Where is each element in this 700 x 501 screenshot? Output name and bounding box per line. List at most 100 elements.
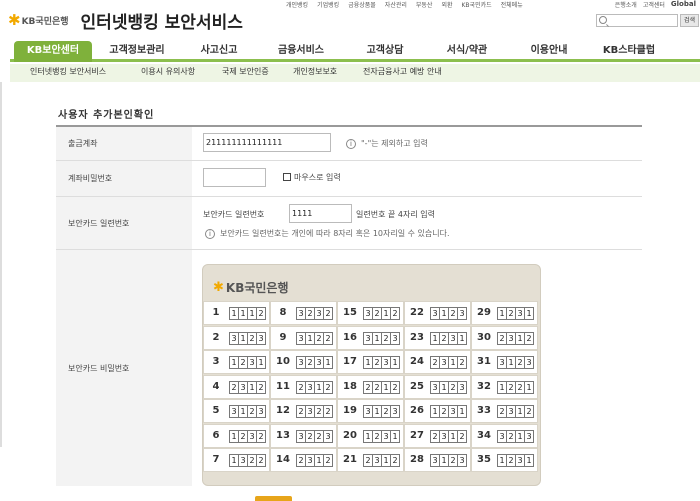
security-card-cell: 22 3 1 2 3 <box>404 301 471 325</box>
security-card-digit: 2 <box>256 307 266 320</box>
security-card-digit: 1 <box>524 380 534 394</box>
card-password-label-text: 보안카드 비밀번호 <box>68 363 130 373</box>
search-input[interactable] <box>596 14 678 27</box>
security-card-cell-code: 1221 <box>497 380 537 395</box>
util-link-about[interactable]: 은행소개 <box>615 0 637 9</box>
card-serial-note: 보안카드 일련번호는 개인에 따라 8자리 혹은 10자리일 수 있습니다. <box>220 229 450 238</box>
security-card-cell: 7 1322 <box>203 448 270 472</box>
security-card-digit: 2 <box>390 307 400 320</box>
security-card-digit: 1 <box>524 454 534 467</box>
sub-nav-cautions[interactable]: 이용시 유의사항 <box>141 66 195 77</box>
security-card-cell: 21 2 3 1 2 <box>337 448 404 472</box>
nav-item-incident-report[interactable]: 사고신고 <box>180 41 258 62</box>
security-card-cell-number: 31 <box>477 356 491 367</box>
security-card-digit: 2 <box>323 331 333 345</box>
security-card-cell-number: 27 <box>410 429 424 441</box>
security-card-cell: 10 3 2 3 1 <box>270 350 337 374</box>
sub-nav-privacy[interactable]: 개인정보보호 <box>293 66 337 77</box>
sub-nav-intl-cert[interactable]: 국제 보안인증 <box>222 66 269 77</box>
nav-item-security-center[interactable]: KB보안센터 <box>14 41 92 62</box>
mouse-input-checkbox[interactable] <box>283 173 291 181</box>
info-icon: i <box>346 139 356 149</box>
nav-item-guide[interactable]: 이용안내 <box>510 41 588 62</box>
kb-star-icon: ✱ <box>8 11 21 29</box>
security-card-cell: 8 3232 <box>270 301 337 325</box>
security-card-cell-code: 1231 <box>497 307 537 321</box>
security-card-cell: 17 1 2 3 1 <box>337 350 404 374</box>
security-card-cell: 30 2 3 1 2 <box>471 325 538 350</box>
security-card-cell-code: 2212 <box>363 380 403 395</box>
security-card-digit: 2 <box>524 331 534 345</box>
util-link-support[interactable]: 고객센터 <box>643 0 665 9</box>
left-edge-divider <box>0 82 2 447</box>
security-card-cell: 14 2 3 1 2 <box>270 448 337 472</box>
security-card-digit: 1 <box>323 356 333 369</box>
top-link-products[interactable]: 금융상품몰 <box>348 0 376 10</box>
top-link-allmenu[interactable]: 전체메뉴 <box>501 0 523 10</box>
security-card-cell-code: 1231 <box>430 405 470 419</box>
util-link-global[interactable]: Global <box>671 0 696 9</box>
search-button[interactable]: 검색 <box>680 14 699 27</box>
security-card-cell-code: 3123 <box>229 331 269 346</box>
nav-item-consult[interactable]: 고객상담 <box>346 41 424 62</box>
sub-nav-fraud-prevention[interactable]: 전자금융사고 예방 안내 <box>363 66 442 77</box>
security-card-digit: 2 <box>524 405 534 418</box>
security-card-cell-number: 2 <box>212 331 220 343</box>
nav-item-financial-service[interactable]: 금융서비스 <box>262 41 340 62</box>
header-logo[interactable]: ✱ KB국민은행 인터넷뱅킹 보안서비스 <box>8 8 243 33</box>
security-card-cell-number: 12 <box>276 405 290 416</box>
withdraw-account-input[interactable]: 211111111111111 <box>203 133 331 152</box>
security-card-cell-code: 2312 <box>430 356 470 370</box>
card-password-label: 보안카드 비밀번호 <box>56 250 192 486</box>
security-card-cell-code: 3213 <box>497 429 537 444</box>
top-link-realestate[interactable]: 부동산 <box>416 0 433 10</box>
security-card-digit: 2 <box>323 454 333 467</box>
security-card-cell-code: 1112 <box>229 307 269 321</box>
security-card-digit: 2 <box>390 454 400 467</box>
top-link-corporate[interactable]: 기업뱅킹 <box>317 0 339 10</box>
sub-nav-ib-security[interactable]: 인터넷뱅킹 보안서비스 <box>30 66 106 77</box>
card-serial-input[interactable]: 1111 <box>289 204 352 223</box>
security-card-cell-code: 3231 <box>296 356 336 370</box>
security-card-cell: 12 2 3 2 2 <box>270 399 337 423</box>
security-card-cell-number: 29 <box>477 307 491 318</box>
confirm-button[interactable] <box>255 496 292 501</box>
security-card-cell-number: 22 <box>410 307 424 318</box>
security-card-cell-number: 23 <box>410 331 424 343</box>
nav-item-forms-terms[interactable]: 서식/약관 <box>428 41 506 62</box>
security-card-digit: 2 <box>256 454 266 467</box>
security-card-cell-number: 7 <box>212 454 220 465</box>
security-card-cell-code: 3123 <box>497 356 537 370</box>
security-card-cell: 1 1112 <box>203 301 270 325</box>
security-card-cell: 35 1 2 3 1 <box>471 448 538 472</box>
security-card-cell: 26 1 2 3 1 <box>404 399 471 423</box>
security-card-digit: 1 <box>457 405 467 418</box>
nav-item-starclub[interactable]: KB스타클럽 <box>590 41 668 62</box>
nav-item-customer-info[interactable]: 고객정보관리 <box>98 41 176 62</box>
security-card-cell-number: 34 <box>477 429 491 441</box>
security-card-cell: 32 1 2 2 1 <box>471 374 538 399</box>
security-card-cell: 16 3 1 2 3 <box>337 325 404 350</box>
security-card-digit: 2 <box>256 429 266 443</box>
security-card-cell-code: 3232 <box>296 307 336 321</box>
security-card-cell-code: 3123 <box>430 380 470 395</box>
account-password-label: 계좌비밀번호 <box>56 161 192 196</box>
security-card-digit: 3 <box>390 405 400 418</box>
top-link-card[interactable]: KB국민카드 <box>462 0 492 10</box>
top-link-forex[interactable]: 외환 <box>441 0 452 10</box>
security-card-cell-code: 3212 <box>363 307 403 321</box>
security-card-cell-code: 2312 <box>296 454 336 468</box>
util-links: 은행소개 고객센터 Global <box>615 0 696 9</box>
security-card-cell-code: 2312 <box>296 380 336 395</box>
security-card-digit: 2 <box>323 405 333 418</box>
card-logo: ✱ KB국민은행 <box>213 279 289 296</box>
top-link-personal[interactable]: 개인뱅킹 <box>286 0 308 10</box>
security-card-cell-number: 17 <box>343 356 357 367</box>
top-links: 개인뱅킹 기업뱅킹 금융상품몰 자산관리 부동산 외환 KB국민카드 전체메뉴 <box>286 0 523 10</box>
top-link-assets[interactable]: 자산관리 <box>385 0 407 10</box>
security-card-digit: 2 <box>457 429 467 443</box>
account-password-input[interactable] <box>203 168 266 187</box>
security-card-cell-code: 1232 <box>229 429 269 444</box>
security-card-digit: 3 <box>524 429 534 443</box>
security-card-cell-code: 2312 <box>363 454 403 468</box>
